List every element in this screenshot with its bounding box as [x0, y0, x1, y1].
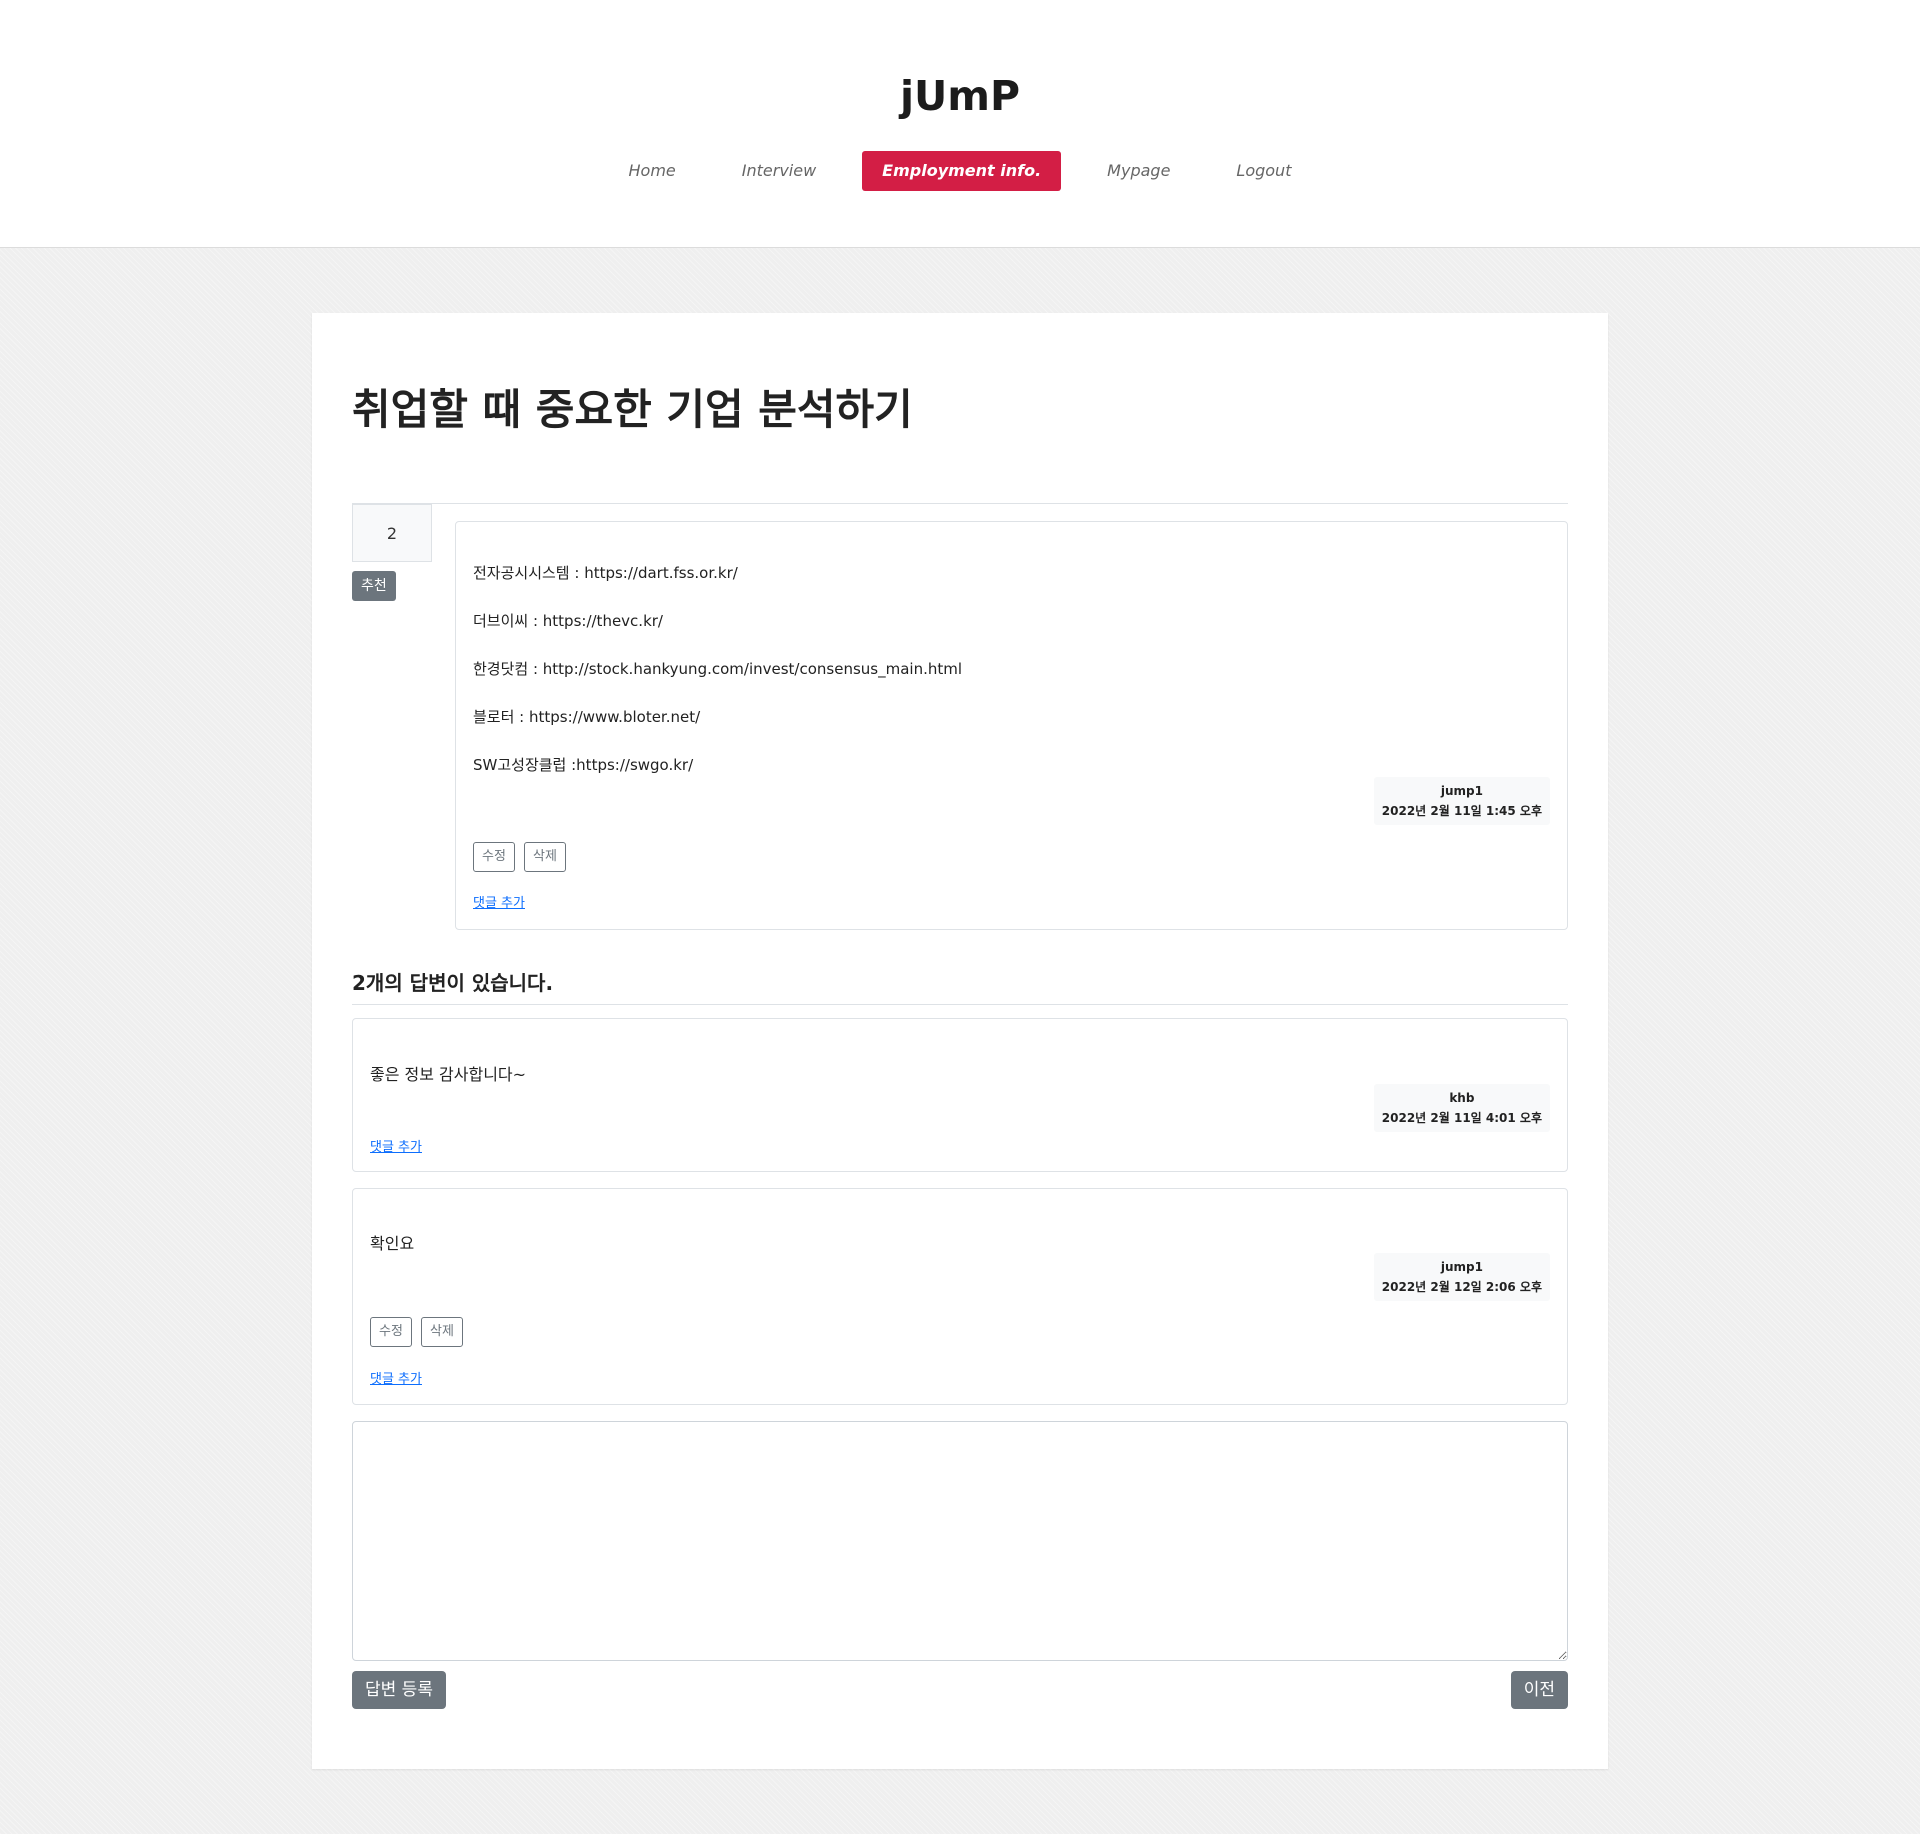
recommend-button[interactable]: 추천 — [352, 571, 396, 601]
answer-card: 좋은 정보 감사합니다~ khb 2022년 2월 11일 4:01 오후 댓글… — [352, 1018, 1568, 1172]
submit-answer-button[interactable]: 답변 등록 — [352, 1671, 446, 1709]
author-name: khb — [1449, 1091, 1475, 1105]
brand-logo[interactable]: jUmP — [0, 72, 1920, 120]
edit-button[interactable]: 수정 — [473, 842, 515, 872]
answer-text: 좋은 정보 감사합니다~ — [370, 1065, 527, 1084]
answer-text: 확인요 — [370, 1234, 415, 1253]
site-header: jUmP Home Interview Employment info. Myp… — [0, 0, 1920, 248]
page-title: 취업할 때 중요한 기업 분석하기 — [352, 379, 1568, 504]
answer-meta: jump1 2022년 2월 12일 2:06 오후 — [1373, 1253, 1550, 1301]
main-nav: Home Interview Employment info. Mypage L… — [0, 151, 1920, 191]
nav-home[interactable]: Home — [609, 151, 696, 191]
nav-mypage[interactable]: Mypage — [1087, 151, 1190, 191]
question-line: SW고성장클럽 :https://swgo.kr/ — [473, 756, 694, 774]
answer-count-heading: 2개의 답변이 있습니다. — [352, 967, 1568, 1005]
question-line: 블로터 : https://www.bloter.net/ — [473, 708, 701, 726]
content-card: 취업할 때 중요한 기업 분석하기 2 추천 전자공시시스템 : https:/… — [312, 313, 1608, 1769]
answer-meta: khb 2022년 2월 11일 4:01 오후 — [1373, 1084, 1550, 1132]
question-line: 더브이씨 : https://thevc.kr/ — [473, 612, 663, 630]
delete-button[interactable]: 삭제 — [524, 842, 566, 872]
post-date: 2022년 2월 12일 2:06 오후 — [1381, 1280, 1542, 1294]
question-line: 전자공시시스템 : https://dart.fss.or.kr/ — [473, 564, 738, 582]
author-name: jump1 — [1440, 1260, 1483, 1274]
add-comment-link[interactable]: 댓글 추가 — [370, 1368, 422, 1387]
answer-textarea[interactable] — [352, 1421, 1568, 1661]
author-name: jump1 — [1440, 784, 1483, 798]
post-date: 2022년 2월 11일 1:45 오후 — [1381, 804, 1542, 818]
back-button[interactable]: 이전 — [1510, 1671, 1568, 1709]
answer-card: 확인요 jump1 2022년 2월 12일 2:06 오후 수정 삭제 댓글 … — [352, 1188, 1568, 1405]
question-meta: jump1 2022년 2월 11일 1:45 오후 — [1373, 777, 1550, 825]
question-title: 취업할 때 중요한 기업 분석하기 — [352, 385, 913, 434]
edit-button[interactable]: 수정 — [370, 1317, 412, 1347]
add-comment-link[interactable]: 댓글 추가 — [370, 1136, 422, 1155]
add-comment-link[interactable]: 댓글 추가 — [473, 892, 525, 911]
nav-interview[interactable]: Interview — [722, 151, 836, 191]
question-card: 전자공시시스템 : https://dart.fss.or.kr/ 더브이씨 :… — [455, 521, 1568, 930]
question-line: 한경닷컴 : http://stock.hankyung.com/invest/… — [473, 660, 963, 678]
delete-button[interactable]: 삭제 — [421, 1317, 463, 1347]
nav-logout[interactable]: Logout — [1216, 151, 1311, 191]
nav-employment-info[interactable]: Employment info. — [862, 151, 1062, 191]
post-date: 2022년 2월 11일 4:01 오후 — [1381, 1111, 1542, 1125]
vote-count: 2 — [352, 504, 432, 562]
